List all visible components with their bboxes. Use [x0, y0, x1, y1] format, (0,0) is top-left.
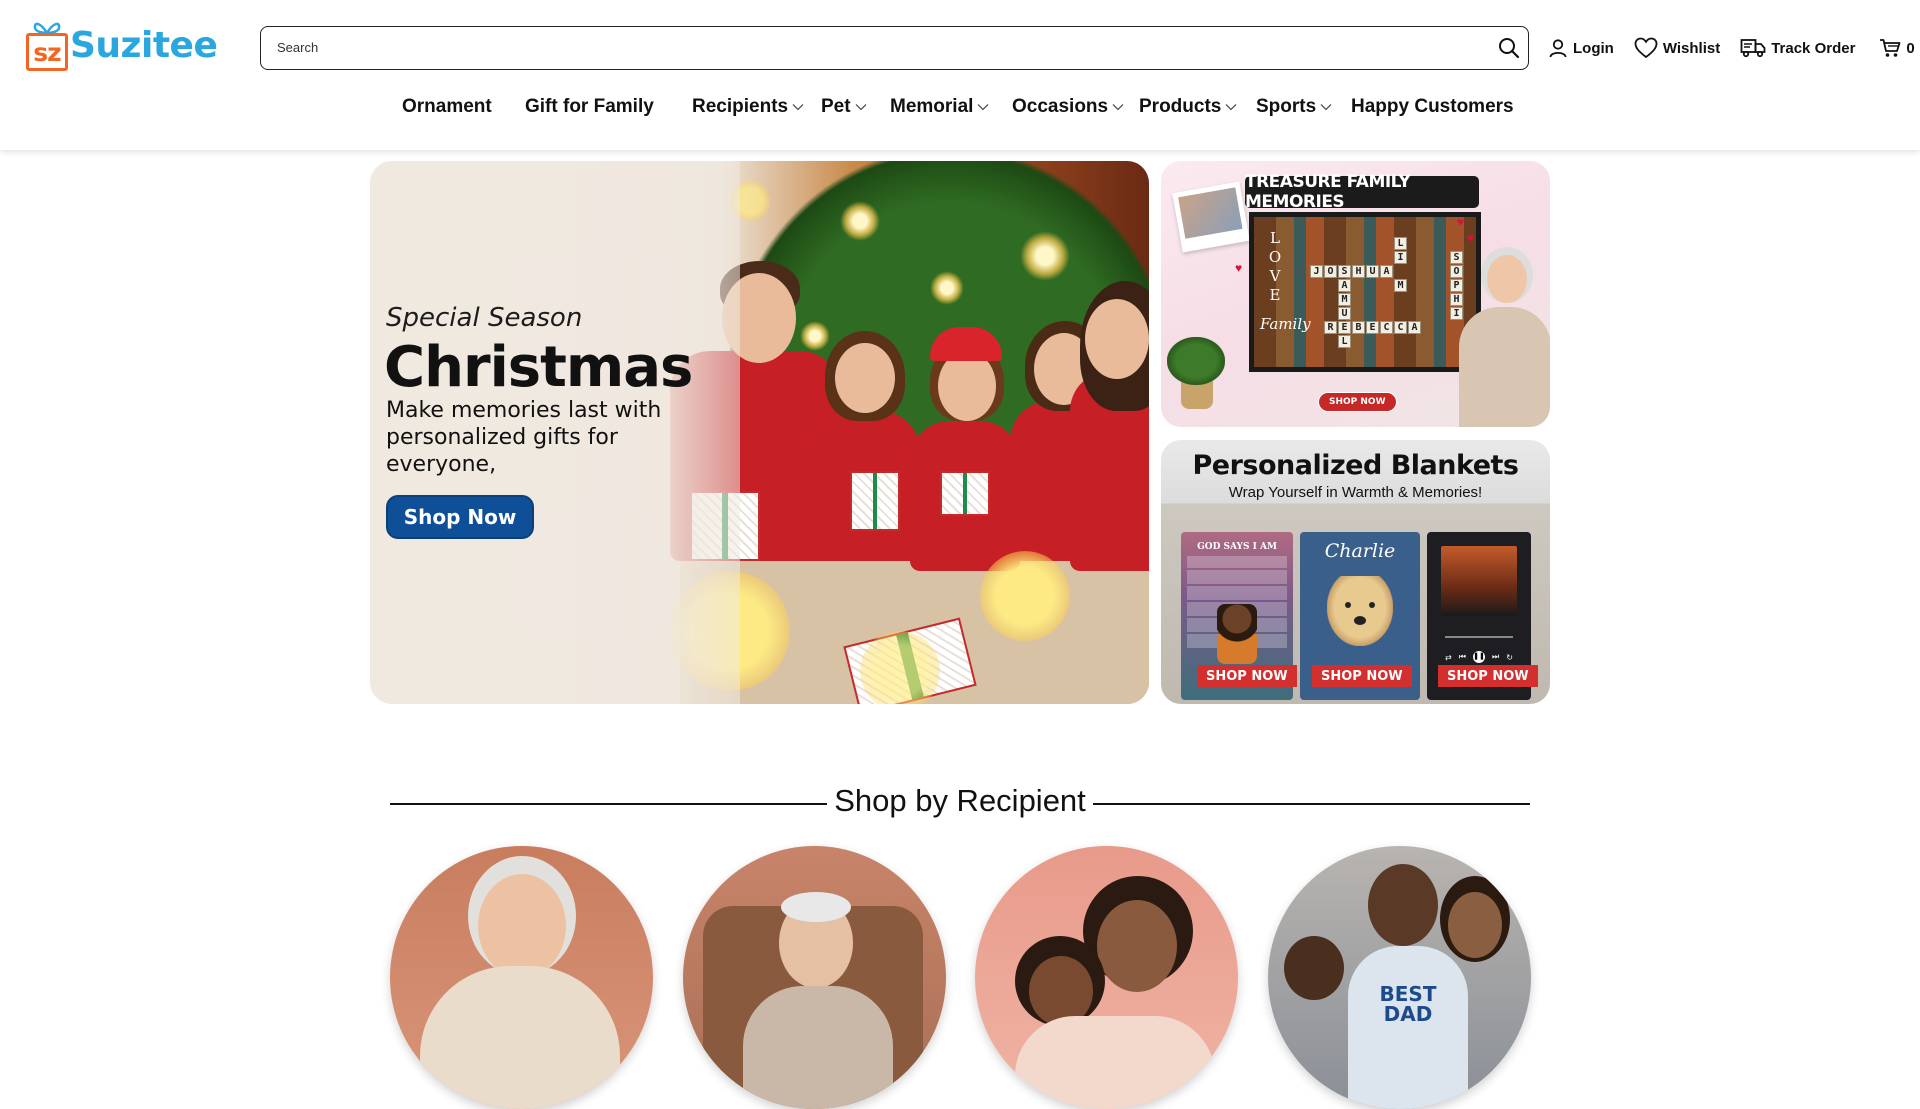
- heart-icon: ♥: [1457, 215, 1465, 229]
- nav-label: Recipients: [692, 96, 789, 117]
- couple-photo: [1441, 546, 1517, 616]
- search-input[interactable]: [277, 27, 1457, 68]
- nav-item-recipients[interactable]: Recipients: [692, 96, 804, 118]
- chevron-down-icon: [1320, 104, 1332, 111]
- nav-label: Gift for Family: [525, 96, 654, 117]
- blanket-3-shop-now-button[interactable]: SHOP NOW: [1438, 665, 1538, 687]
- cart-icon: [1880, 39, 1901, 57]
- nav-item-ornament[interactable]: Ornament: [402, 96, 492, 118]
- family-photo-polaroid: [1172, 181, 1250, 253]
- family-script-text: Family: [1260, 315, 1311, 333]
- nav-label: Pet: [821, 96, 851, 117]
- brand-name: Suzitee: [70, 24, 218, 66]
- nav-item-happy-customers[interactable]: Happy Customers: [1351, 96, 1514, 118]
- chevron-down-icon: [792, 104, 804, 111]
- nav-item-sports[interactable]: Sports: [1256, 96, 1332, 118]
- best-dad-shirt-print: BEST DAD: [1379, 982, 1437, 1026]
- crossword-frame: LOVE Family JOSHUA AMUL REBECCA LIM SOPH…: [1249, 212, 1481, 372]
- recipient-card-dad[interactable]: BEST DAD: [1268, 846, 1531, 1109]
- shop-by-recipient-title: Shop by Recipient: [834, 783, 1086, 818]
- login-label: Login: [1573, 39, 1614, 57]
- hero-shop-now-button[interactable]: Shop Now: [386, 495, 534, 539]
- chevron-down-icon: [977, 104, 989, 111]
- wishlist-link[interactable]: Wishlist: [1634, 37, 1720, 59]
- blanket-2-text: Charlie: [1324, 540, 1396, 562]
- search-bar: [260, 26, 1529, 70]
- logo-mark-text: sz: [33, 37, 61, 67]
- dog-photo: [1327, 576, 1393, 646]
- heart-icon: [1634, 37, 1658, 59]
- hero-kicker: Special Season: [386, 303, 583, 333]
- site-header: sz Suzitee Login Wishlist Track Order 0 …: [0, 0, 1920, 150]
- nav-label: Happy Customers: [1351, 96, 1514, 117]
- gift-logo-icon: sz: [26, 19, 68, 71]
- blanket-2-shop-now-button[interactable]: SHOP NOW: [1312, 665, 1412, 687]
- recipient-card-mom[interactable]: [975, 846, 1238, 1109]
- heart-icon: ♥: [1467, 231, 1475, 245]
- love-text: LOVE: [1266, 229, 1284, 305]
- header-actions: Login Wishlist Track Order 0: [1548, 36, 1915, 60]
- login-link[interactable]: Login: [1548, 38, 1614, 58]
- family-banner-title: TREASURE FAMILY MEMORIES: [1245, 172, 1479, 212]
- section-divider-right: [1093, 803, 1530, 805]
- user-icon: [1549, 39, 1567, 58]
- blankets-banner-subtitle: Wrap Yourself in Warmth & Memories!: [1228, 484, 1483, 501]
- chevron-down-icon: [1225, 104, 1237, 111]
- nav-item-occasions[interactable]: Occasions: [1012, 96, 1124, 118]
- heart-icon: ♥: [1235, 261, 1243, 275]
- search-icon[interactable]: [1498, 37, 1520, 59]
- family-banner-shop-now-button[interactable]: SHOP NOW: [1318, 392, 1397, 412]
- track-order-label: Track Order: [1771, 39, 1856, 57]
- recipient-card-grandma[interactable]: [390, 846, 653, 1109]
- blanket-1-shop-now-button[interactable]: SHOP NOW: [1197, 665, 1297, 687]
- chevron-down-icon: [855, 104, 867, 111]
- chevron-down-icon: [1112, 104, 1124, 111]
- nav-item-gift-for-family[interactable]: Gift for Family: [525, 96, 654, 118]
- nav-label: Occasions: [1012, 96, 1109, 117]
- music-player-controls: ⇄ ⏮ ❚❚ ⏭ ↻: [1445, 651, 1513, 663]
- nav-item-memorial[interactable]: Memorial: [890, 96, 989, 118]
- track-order-link[interactable]: Track Order: [1740, 38, 1855, 58]
- personalized-blankets-banner[interactable]: Personalized Blankets Wrap Yourself in W…: [1161, 440, 1550, 704]
- blanket-1-text: GOD SAYS I AM: [1197, 542, 1277, 552]
- girl-illustration: [1217, 604, 1257, 664]
- hero-title: Christmas: [384, 335, 693, 400]
- wishlist-label: Wishlist: [1662, 39, 1721, 57]
- blankets-banner-title: Personalized Blankets: [1192, 450, 1519, 481]
- nav-label: Ornament: [402, 96, 492, 117]
- main-nav: Ornament Gift for Family Recipients Pet …: [0, 96, 1920, 126]
- nav-label: Products: [1139, 96, 1222, 117]
- cart-link[interactable]: 0: [1879, 38, 1915, 58]
- nav-item-pet[interactable]: Pet: [821, 96, 867, 118]
- family-memories-banner[interactable]: TREASURE FAMILY MEMORIES LOVE Family JOS…: [1161, 161, 1550, 427]
- recipient-card-grandpa[interactable]: [683, 846, 946, 1109]
- nav-label: Memorial: [890, 96, 974, 117]
- site-logo[interactable]: sz Suzitee: [26, 18, 218, 72]
- potted-plant: [1163, 333, 1227, 413]
- grandmother-photo: [1451, 241, 1550, 427]
- hero-banner[interactable]: Special Season Christmas Make memories l…: [370, 161, 1149, 704]
- truck-icon: [1740, 39, 1766, 58]
- nav-item-products[interactable]: Products: [1139, 96, 1237, 118]
- cart-count: 0: [1906, 39, 1915, 57]
- nav-label: Sports: [1256, 96, 1317, 117]
- hero-subtitle: Make memories last with personalized gif…: [386, 398, 662, 477]
